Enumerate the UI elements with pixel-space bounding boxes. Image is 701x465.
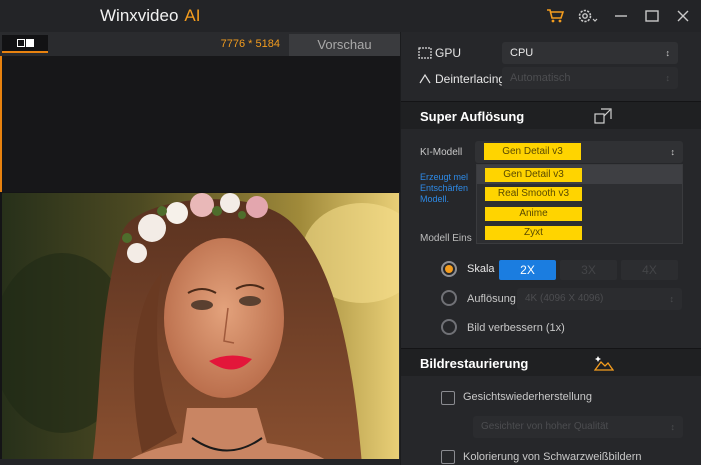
single-view-icon: [25, 39, 34, 47]
close-icon[interactable]: [675, 6, 691, 26]
resolution-select[interactable]: 4K (4096 X 4096) ↕: [517, 288, 682, 310]
compare-icon[interactable]: [594, 108, 612, 129]
scale-3x-button[interactable]: 3X: [560, 260, 617, 280]
chevron-updown-icon: ↕: [665, 73, 671, 83]
chevron-updown-icon: ↕: [670, 147, 676, 157]
gear-icon[interactable]: [575, 6, 599, 26]
preview-scrollbar[interactable]: [0, 459, 400, 465]
maximize-icon[interactable]: [644, 6, 660, 26]
enhance-label: Bild verbessern (1x): [467, 322, 565, 334]
gpu-icon: [418, 46, 432, 59]
scale-label: Skala: [467, 263, 495, 275]
app-title: Winxvideo AI: [100, 6, 200, 26]
model-description-3: Modell.: [420, 194, 450, 204]
super-resolution-header: Super Auflösung: [401, 101, 701, 129]
dropdown-option-zyxt[interactable]: Zyxt: [485, 226, 582, 240]
ai-model-dropdown: Gen Detail v3 Real Smooth v3 Anime Zyxt: [476, 164, 683, 244]
deinterlacing-select[interactable]: Automatisch ↕: [502, 67, 678, 89]
restoration-icon: [593, 354, 615, 377]
chevron-updown-icon: ↕: [665, 48, 671, 58]
gpu-select[interactable]: CPU ↕: [502, 42, 678, 64]
app-title-name: Winxvideo: [100, 6, 179, 25]
gpu-select-value: CPU: [510, 47, 534, 59]
scale-4x-button[interactable]: 4X: [621, 260, 678, 280]
image-restoration-title: Bildrestaurierung: [420, 356, 529, 371]
dropdown-option-anime[interactable]: Anime: [485, 207, 582, 221]
chevron-updown-icon: ↕: [670, 422, 676, 432]
preview-pane: 7776 * 5184 Vorschau: [0, 32, 400, 465]
gpu-label: GPU: [435, 46, 462, 60]
view-toggle-button[interactable]: [2, 35, 48, 53]
ai-model-select[interactable]: Gen Detail v3 ↕: [475, 141, 683, 163]
resolution-radio[interactable]: [441, 290, 457, 306]
colorize-checkbox[interactable]: [441, 450, 455, 464]
model-description-2: Entschärfen: [420, 183, 469, 193]
settings-panel: GPU CPU ↕ Deinterlacing Automatisch ↕ Su…: [401, 32, 701, 465]
face-restore-label: Gesichtswiederherstellung: [463, 391, 593, 403]
preview-tabs: 7776 * 5184 Vorschau: [0, 32, 400, 56]
preview-image: [2, 193, 399, 465]
image-restoration-header: Bildrestaurierung: [401, 348, 701, 376]
scale-2x-button[interactable]: 2X: [499, 260, 556, 280]
deinterlacing-select-value: Automatisch: [510, 72, 571, 84]
face-quality-select-value: Gesichter von hoher Qualität: [481, 421, 609, 432]
ai-model-label: KI-Modell: [420, 147, 463, 158]
minimize-icon[interactable]: [613, 6, 629, 26]
enhance-radio[interactable]: [441, 319, 457, 335]
super-resolution-title: Super Auflösung: [420, 109, 525, 124]
resolution-select-value: 4K (4096 X 4096): [525, 293, 604, 304]
dropdown-option-real-smooth[interactable]: Real Smooth v3: [485, 187, 582, 201]
tab-vorschau[interactable]: Vorschau: [289, 34, 400, 56]
preview-background: [0, 56, 400, 192]
app-title-ai: AI: [184, 6, 201, 25]
split-view-icon: [16, 39, 25, 47]
cart-icon[interactable]: [545, 6, 565, 26]
chevron-updown-icon: ↕: [669, 294, 675, 304]
face-quality-select[interactable]: Gesichter von hoher Qualität ↕: [473, 416, 683, 438]
face-restore-checkbox[interactable]: [441, 391, 455, 405]
deinterlacing-icon: [418, 72, 432, 84]
model-description-1: Erzeugt mel: [420, 172, 469, 182]
ai-model-select-value: Gen Detail v3: [484, 143, 581, 160]
deinterlacing-label: Deinterlacing: [435, 72, 506, 86]
preview-resolution: 7776 * 5184: [220, 38, 280, 50]
scale-radio[interactable]: [441, 261, 457, 277]
colorize-label: Kolorierung von Schwarzweißbildern: [463, 451, 642, 463]
title-bar: Winxvideo AI: [0, 0, 701, 32]
model-settings-label: Modell Eins: [420, 233, 472, 244]
dropdown-option-gen-detail[interactable]: Gen Detail v3: [485, 168, 582, 182]
resolution-label: Auflösung: [467, 293, 516, 305]
